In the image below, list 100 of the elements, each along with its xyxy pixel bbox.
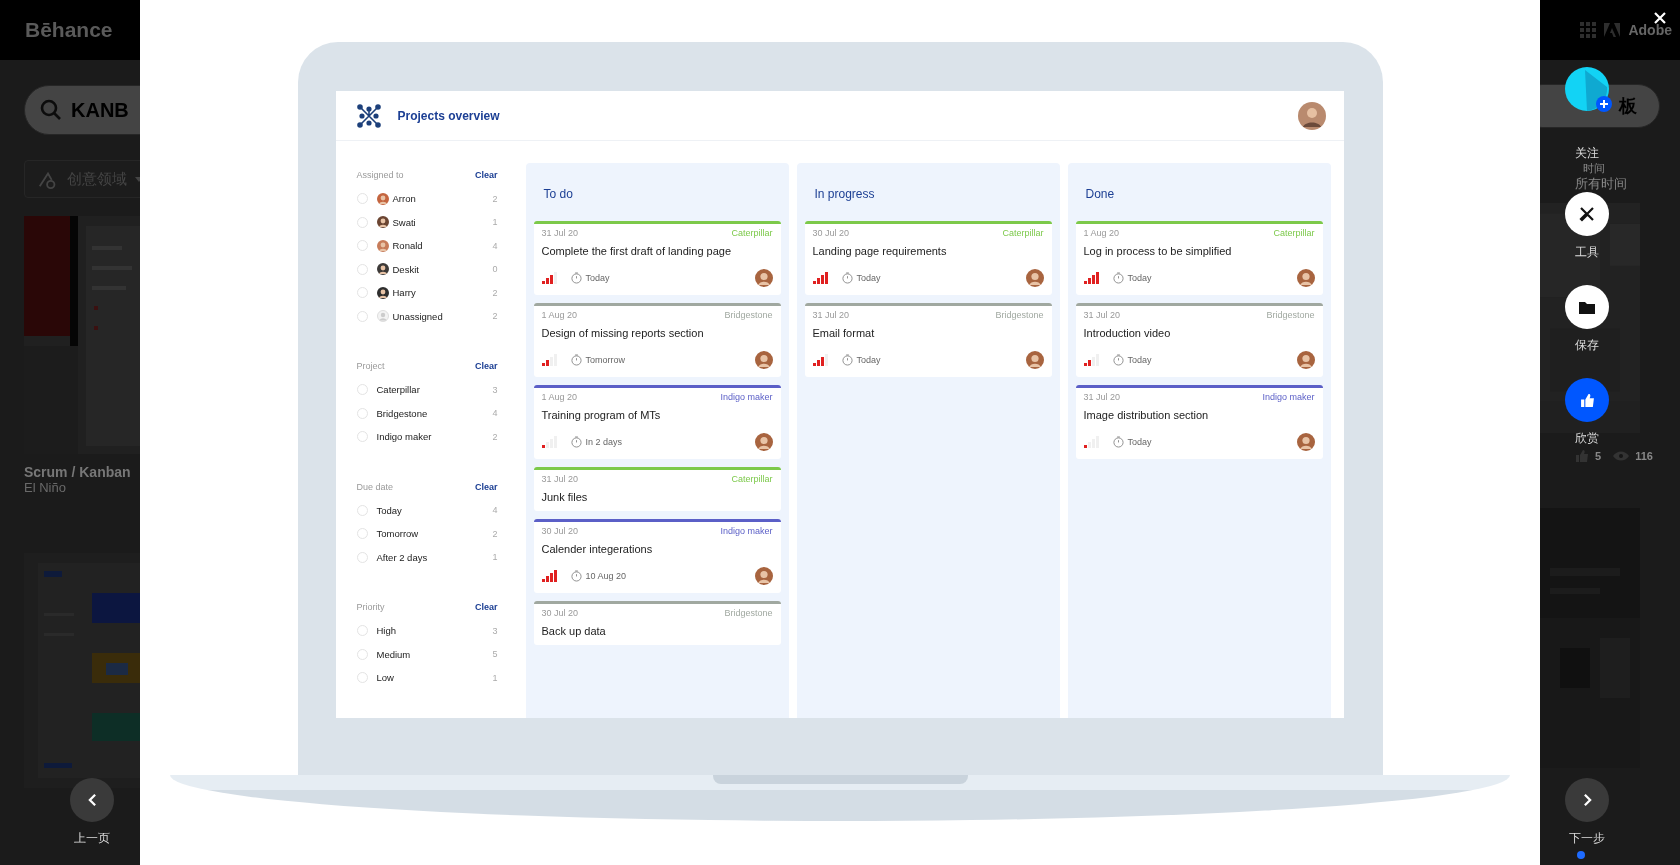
card-date: 30 Jul 20: [541, 608, 579, 618]
filter-option[interactable]: Indigo maker: [376, 431, 432, 443]
close-icon[interactable]: [1654, 12, 1666, 24]
filter-option[interactable]: Arron: [392, 193, 416, 205]
action-label: 关注: [1575, 145, 1599, 162]
adobe-logo-icon[interactable]: [1604, 23, 1621, 37]
assignee-avatar[interactable]: [754, 269, 773, 287]
filter-option[interactable]: High: [376, 625, 397, 637]
clear-link[interactable]: Clear: [475, 481, 498, 492]
filter-heading: Project: [356, 361, 385, 371]
filter-option[interactable]: Today: [376, 504, 402, 516]
card-title: Complete the first draft of landing page: [541, 245, 733, 257]
option-count: 5: [492, 649, 498, 660]
timer-icon: [570, 570, 582, 582]
avatar-icon: [376, 192, 389, 205]
task-card[interactable]: 30 Jul 20 Indigo maker Calender integerations 10 Aug 20: [533, 519, 781, 593]
due-date: Today: [1127, 437, 1152, 447]
adobe-link[interactable]: Adobe: [1628, 22, 1672, 38]
card-title: Introduction video: [1083, 327, 1172, 339]
option-count: 2: [492, 311, 498, 322]
task-card[interactable]: 30 Jul 20 Bridgestone Back up data: [533, 601, 781, 645]
action-label: 欣赏: [1575, 430, 1599, 447]
time-filter[interactable]: 所有时间: [1575, 176, 1627, 191]
avatar-icon: [376, 286, 389, 299]
next-button[interactable]: [1565, 778, 1609, 822]
filter-heading: Assigned to: [356, 170, 404, 180]
project-tag: Bridgestone: [724, 310, 773, 320]
card-title: Log in process to be simplified: [1083, 245, 1233, 257]
task-card[interactable]: 31 Jul 20 Caterpillar Complete the first draft of landing page Today: [533, 221, 781, 295]
apps-grid-icon[interactable]: [1580, 22, 1597, 38]
assignee-avatar[interactable]: [1025, 269, 1044, 287]
likes-count: 5: [1595, 450, 1602, 462]
avatar-icon: [1565, 67, 1609, 111]
page-title: Projects overview: [397, 108, 500, 123]
filter-option[interactable]: Bridgestone: [376, 407, 428, 419]
task-card[interactable]: 31 Jul 20 Caterpillar Junk files: [533, 467, 781, 511]
folder-icon: [1579, 300, 1595, 314]
task-card[interactable]: 30 Jul 20 Caterpillar Landing page requirements Today: [804, 221, 1052, 295]
option-count: 2: [492, 287, 498, 298]
project-tag: Bridgestone: [1266, 310, 1315, 320]
filter-option[interactable]: Medium: [376, 648, 411, 660]
user-avatar[interactable]: [1297, 101, 1326, 130]
card-date: 31 Jul 20: [1083, 392, 1121, 402]
task-card[interactable]: 31 Jul 20 Bridgestone Introduction video Today: [1075, 303, 1323, 377]
clear-link[interactable]: Clear: [475, 602, 498, 612]
filter-option[interactable]: Ronald: [392, 240, 423, 252]
task-card[interactable]: 1 Aug 20 Indigo maker Training program of MTs In 2 days: [533, 385, 781, 459]
filter-option[interactable]: Swati: [392, 216, 416, 228]
column-title: To do: [542, 187, 574, 201]
action-label: 保存: [1575, 337, 1599, 354]
due-date: Today: [1127, 273, 1152, 283]
filter-option[interactable]: Tomorrow: [376, 528, 419, 540]
timer-icon: [1112, 272, 1124, 284]
clear-link[interactable]: Clear: [475, 361, 498, 371]
assignee-avatar[interactable]: [1296, 269, 1315, 287]
chevron-left-icon: [87, 793, 97, 807]
filter-option[interactable]: Low: [376, 672, 394, 684]
assignee-avatar[interactable]: [754, 567, 773, 585]
option-count: 2: [492, 431, 498, 442]
assignee-avatar[interactable]: [1296, 433, 1315, 451]
chevron-right-icon: [1582, 793, 1592, 807]
filter-option[interactable]: Deskit: [392, 263, 419, 275]
project-tag: Bridgestone: [995, 310, 1044, 320]
filter-option[interactable]: Unassigned: [392, 310, 443, 322]
card-date: 1 Aug 20: [541, 310, 578, 320]
task-card[interactable]: 31 Jul 20 Indigo maker Image distribution section Today: [1075, 385, 1323, 459]
follow-button[interactable]: [1565, 67, 1609, 111]
task-card[interactable]: 31 Jul 20 Bridgestone Email format Today: [804, 303, 1052, 377]
clear-link[interactable]: Clear: [475, 170, 498, 180]
task-card[interactable]: 1 Aug 20 Caterpillar Log in process to be simplified Today: [1075, 221, 1323, 295]
assignee-avatar[interactable]: [1025, 351, 1044, 369]
filter-option[interactable]: Caterpillar: [376, 384, 420, 396]
project-tag: Caterpillar: [1002, 228, 1044, 238]
timer-icon: [841, 354, 853, 366]
priority-meter: [1083, 436, 1100, 448]
priority-meter: [812, 354, 829, 366]
assignee-avatar[interactable]: [754, 433, 773, 451]
filter-option[interactable]: Harry: [392, 287, 416, 299]
project-tag: Bridgestone: [724, 608, 773, 618]
tools-button[interactable]: [1565, 192, 1609, 236]
task-card[interactable]: 1 Aug 20 Bridgestone Design of missing reports section Tomorrow: [533, 303, 781, 377]
timer-icon: [570, 436, 582, 448]
assignee-avatar[interactable]: [1296, 351, 1315, 369]
eye-icon: [1613, 451, 1630, 461]
project-tag: Caterpillar: [731, 474, 773, 484]
priority-meter: [541, 354, 558, 366]
previous-button[interactable]: [70, 778, 114, 822]
column-title: In progress: [813, 187, 876, 201]
timer-icon: [841, 272, 853, 284]
option-count: 2: [492, 193, 498, 204]
due-date: In 2 days: [585, 437, 623, 447]
network-logo-icon: [355, 102, 382, 129]
priority-meter: [541, 436, 558, 448]
filter-option[interactable]: After 2 days: [376, 551, 428, 563]
next-label: 下一步: [1569, 830, 1605, 847]
option-count: 1: [492, 217, 498, 228]
project-title[interactable]: Scrum / Kanban: [24, 464, 140, 480]
assignee-avatar[interactable]: [754, 351, 773, 369]
project-tag: Caterpillar: [731, 228, 773, 238]
plus-icon: [1596, 96, 1612, 112]
